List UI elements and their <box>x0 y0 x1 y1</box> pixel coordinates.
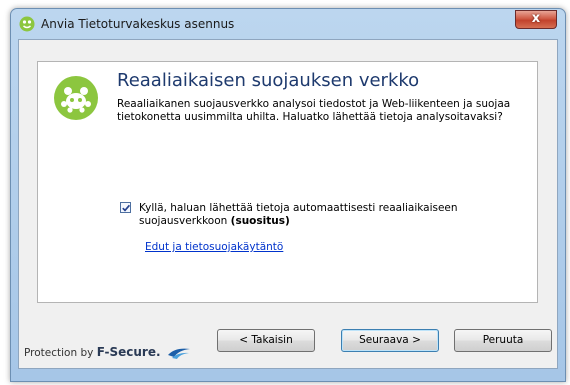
cancel-button[interactable]: Peruuta <box>454 329 552 352</box>
consent-recommended-label: (suositus) <box>230 215 290 227</box>
page-heading: Reaaliaikaisen suojauksen verkko <box>117 70 420 91</box>
back-button-label: < Takaisin <box>239 334 293 346</box>
consent-checkbox[interactable] <box>120 202 131 213</box>
protection-by-label: Protection by <box>24 347 94 359</box>
description-text: Reaaliaikanen suojausverkko analysoi tie… <box>117 98 511 123</box>
f-secure-wave-icon <box>167 348 190 359</box>
f-secure-creature-logo-icon <box>54 76 98 120</box>
content-panel: Reaaliaikaisen suojauksen verkko Reaalia… <box>37 61 538 303</box>
protection-by-branding: Protection by F-Secure. <box>24 345 191 360</box>
title-bar[interactable]: Anvia Tietoturvakeskus asennus x <box>11 9 565 39</box>
anvia-app-icon <box>19 16 35 32</box>
dialog-body: Reaaliaikaisen suojauksen verkko Reaalia… <box>18 39 558 369</box>
consent-label[interactable]: Kyllä, haluan lähettää tietoja automaatt… <box>139 202 534 228</box>
installer-window: Anvia Tietoturvakeskus asennus x Reaalia… <box>10 8 566 382</box>
consent-text: Kyllä, haluan lähettää tietoja automaatt… <box>139 202 458 227</box>
back-button[interactable]: < Takaisin <box>217 329 315 352</box>
cancel-button-label: Peruuta <box>482 334 524 346</box>
window-title: Anvia Tietoturvakeskus asennus <box>41 17 235 31</box>
checkmark-icon <box>122 204 131 212</box>
privacy-policy-link[interactable]: Edut ja tietosuojakäytäntö <box>145 241 283 253</box>
close-button[interactable]: x <box>515 10 557 29</box>
close-icon: x <box>531 11 541 26</box>
next-button-label: Seuraava > <box>359 334 421 346</box>
f-secure-brand: F-Secure. <box>96 345 161 359</box>
next-button[interactable]: Seuraava > <box>341 329 439 352</box>
